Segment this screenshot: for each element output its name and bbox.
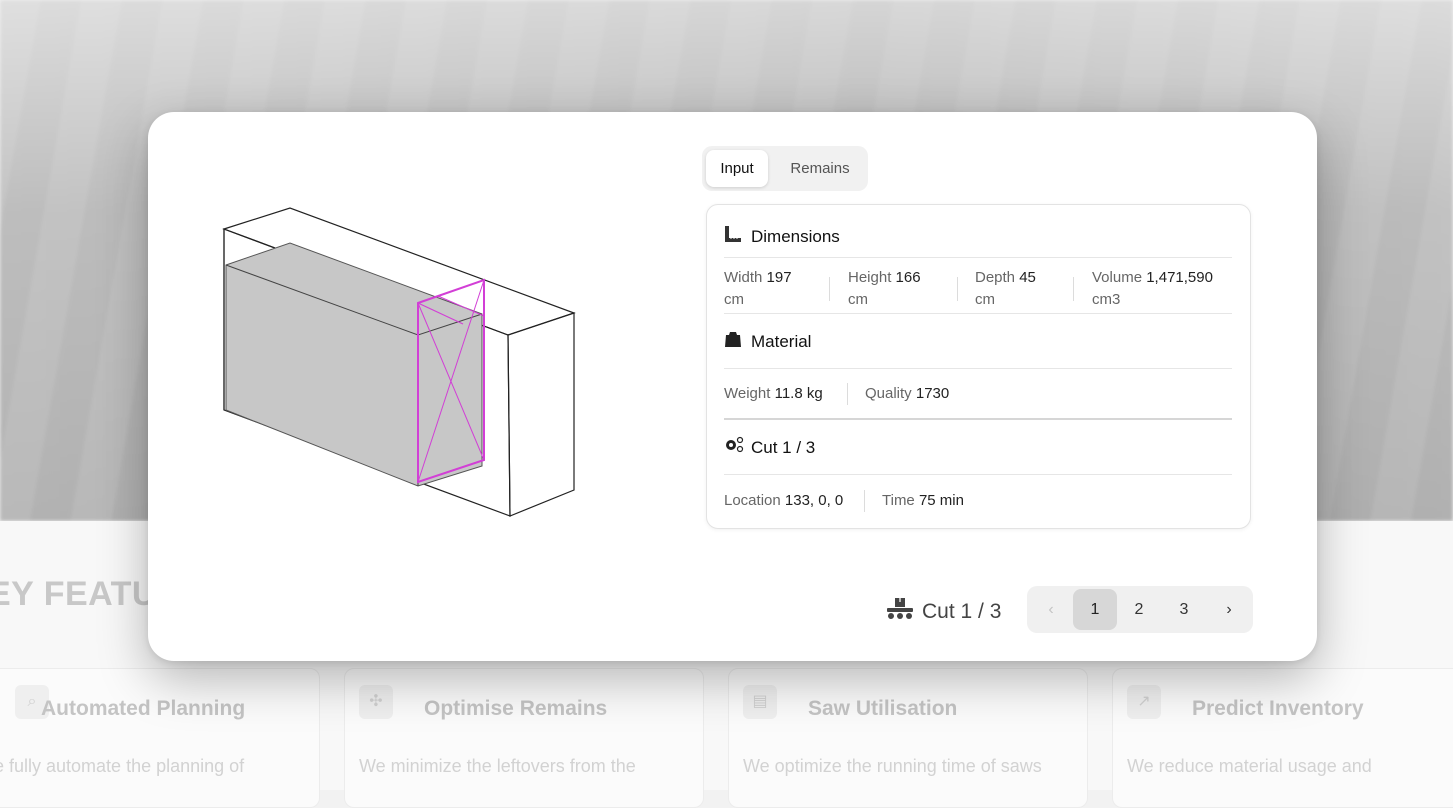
quality-label: Quality <box>865 385 912 402</box>
tab-remains[interactable]: Remains <box>776 150 864 187</box>
divider <box>724 474 1232 475</box>
feature-title: Saw Utilisation <box>808 697 958 720</box>
pagination-page-1[interactable]: 1 <box>1073 589 1117 630</box>
depth-unit: cm <box>975 291 995 308</box>
cut-heading-label: Cut 1 / 3 <box>751 438 816 457</box>
height-unit: cm <box>848 291 868 308</box>
location-field: Location 133, 0, 0 <box>724 490 843 512</box>
dimensions-heading-label: Dimensions <box>751 227 840 246</box>
features-section-title: EY FEATU <box>0 575 157 613</box>
feature-description: We minimize the leftovers from the <box>359 756 636 776</box>
tab-input[interactable]: Input <box>706 150 768 187</box>
pagination-page-2[interactable]: 2 <box>1117 589 1161 630</box>
divider <box>1073 277 1074 301</box>
divider <box>724 257 1232 258</box>
divider <box>957 277 958 301</box>
remains-icon: ✣ <box>359 685 393 719</box>
saw-icon: ▤ <box>743 685 777 719</box>
depth-value: 45 <box>1019 269 1036 286</box>
depth-field: Depth 45 cm <box>975 267 1075 311</box>
feature-card-saw-utilisation[interactable]: ▤ Saw Utilisation We optimize the runnin… <box>728 668 1088 808</box>
weight-field: Weight 11.8 kg <box>724 383 823 405</box>
width-value: 197 <box>766 269 792 286</box>
weight-label: Weight <box>724 385 771 402</box>
pagination-prev-button[interactable]: ‹ <box>1029 589 1073 630</box>
location-value: 133, 0, 0 <box>784 492 844 509</box>
volume-value: 1,471,590 <box>1146 269 1213 286</box>
quality-value: 1730 <box>915 385 950 402</box>
width-label: Width <box>724 269 763 286</box>
feature-description: We reduce material usage and <box>1127 756 1372 776</box>
volume-label: Volume <box>1092 269 1143 286</box>
divider <box>829 277 830 301</box>
feature-card-optimise-remains[interactable]: ✣ Optimise Remains We minimize the lefto… <box>344 668 704 808</box>
feature-card-predict-inventory[interactable]: ↗ Predict Inventory We reduce material u… <box>1112 668 1453 808</box>
width-unit: cm <box>724 291 744 308</box>
material-heading-label: Material <box>751 332 812 351</box>
dimensions-heading: Dimensions <box>724 225 840 249</box>
time-label: Time <box>882 492 915 509</box>
divider <box>724 313 1232 314</box>
volume-unit: cm3 <box>1092 291 1121 308</box>
width-field: Width 197 cm <box>724 267 824 311</box>
divider <box>724 418 1232 420</box>
divider <box>864 490 865 512</box>
material-heading: Material <box>724 330 811 354</box>
cut-progress-label: Cut 1 / 3 <box>886 596 1001 626</box>
3d-cut-viewer[interactable] <box>208 192 608 532</box>
location-label: Location <box>724 492 781 509</box>
feature-title: Predict Inventory <box>1192 697 1364 720</box>
cut-details-modal: Input Remains Dimensions Width 197 cm He… <box>148 112 1317 661</box>
weight-icon <box>724 330 744 355</box>
volume-field: Volume 1,471,590 cm3 <box>1092 267 1242 311</box>
pagination: ‹ 1 2 3 › <box>1027 586 1253 633</box>
quality-field: Quality 1730 <box>865 383 949 405</box>
feature-description: e fully automate the planning of <box>0 756 245 776</box>
inventory-icon: ↗ <box>1127 685 1161 719</box>
conveyor-icon <box>886 596 914 629</box>
height-field: Height 166 cm <box>848 267 948 311</box>
cut-info-card: Dimensions Width 197 cm Height 166 cm De… <box>706 204 1251 529</box>
pagination-page-3[interactable]: 3 <box>1162 589 1206 630</box>
weight-value: 11.8 kg <box>774 385 823 402</box>
divider <box>724 368 1232 369</box>
feature-title: Optimise Remains <box>424 697 608 720</box>
height-value: 166 <box>895 269 921 286</box>
divider <box>847 383 848 405</box>
time-value: 75 min <box>918 492 964 509</box>
pagination-next-button[interactable]: › <box>1207 589 1251 630</box>
feature-description: We optimize the running time of saws <box>743 756 1042 776</box>
view-tabs: Input Remains <box>702 146 868 191</box>
ruler-icon <box>724 225 744 250</box>
time-field: Time 75 min <box>882 490 964 512</box>
gears-icon <box>724 436 744 461</box>
height-label: Height <box>848 269 892 286</box>
cut-progress-text: Cut 1 / 3 <box>922 600 1002 624</box>
depth-label: Depth <box>975 269 1016 286</box>
cut-heading: Cut 1 / 3 <box>724 436 815 460</box>
feature-title: Automated Planning <box>41 697 246 720</box>
feature-card-automated-planning[interactable]: ⌕ Automated Planning e fully automate th… <box>0 668 320 808</box>
